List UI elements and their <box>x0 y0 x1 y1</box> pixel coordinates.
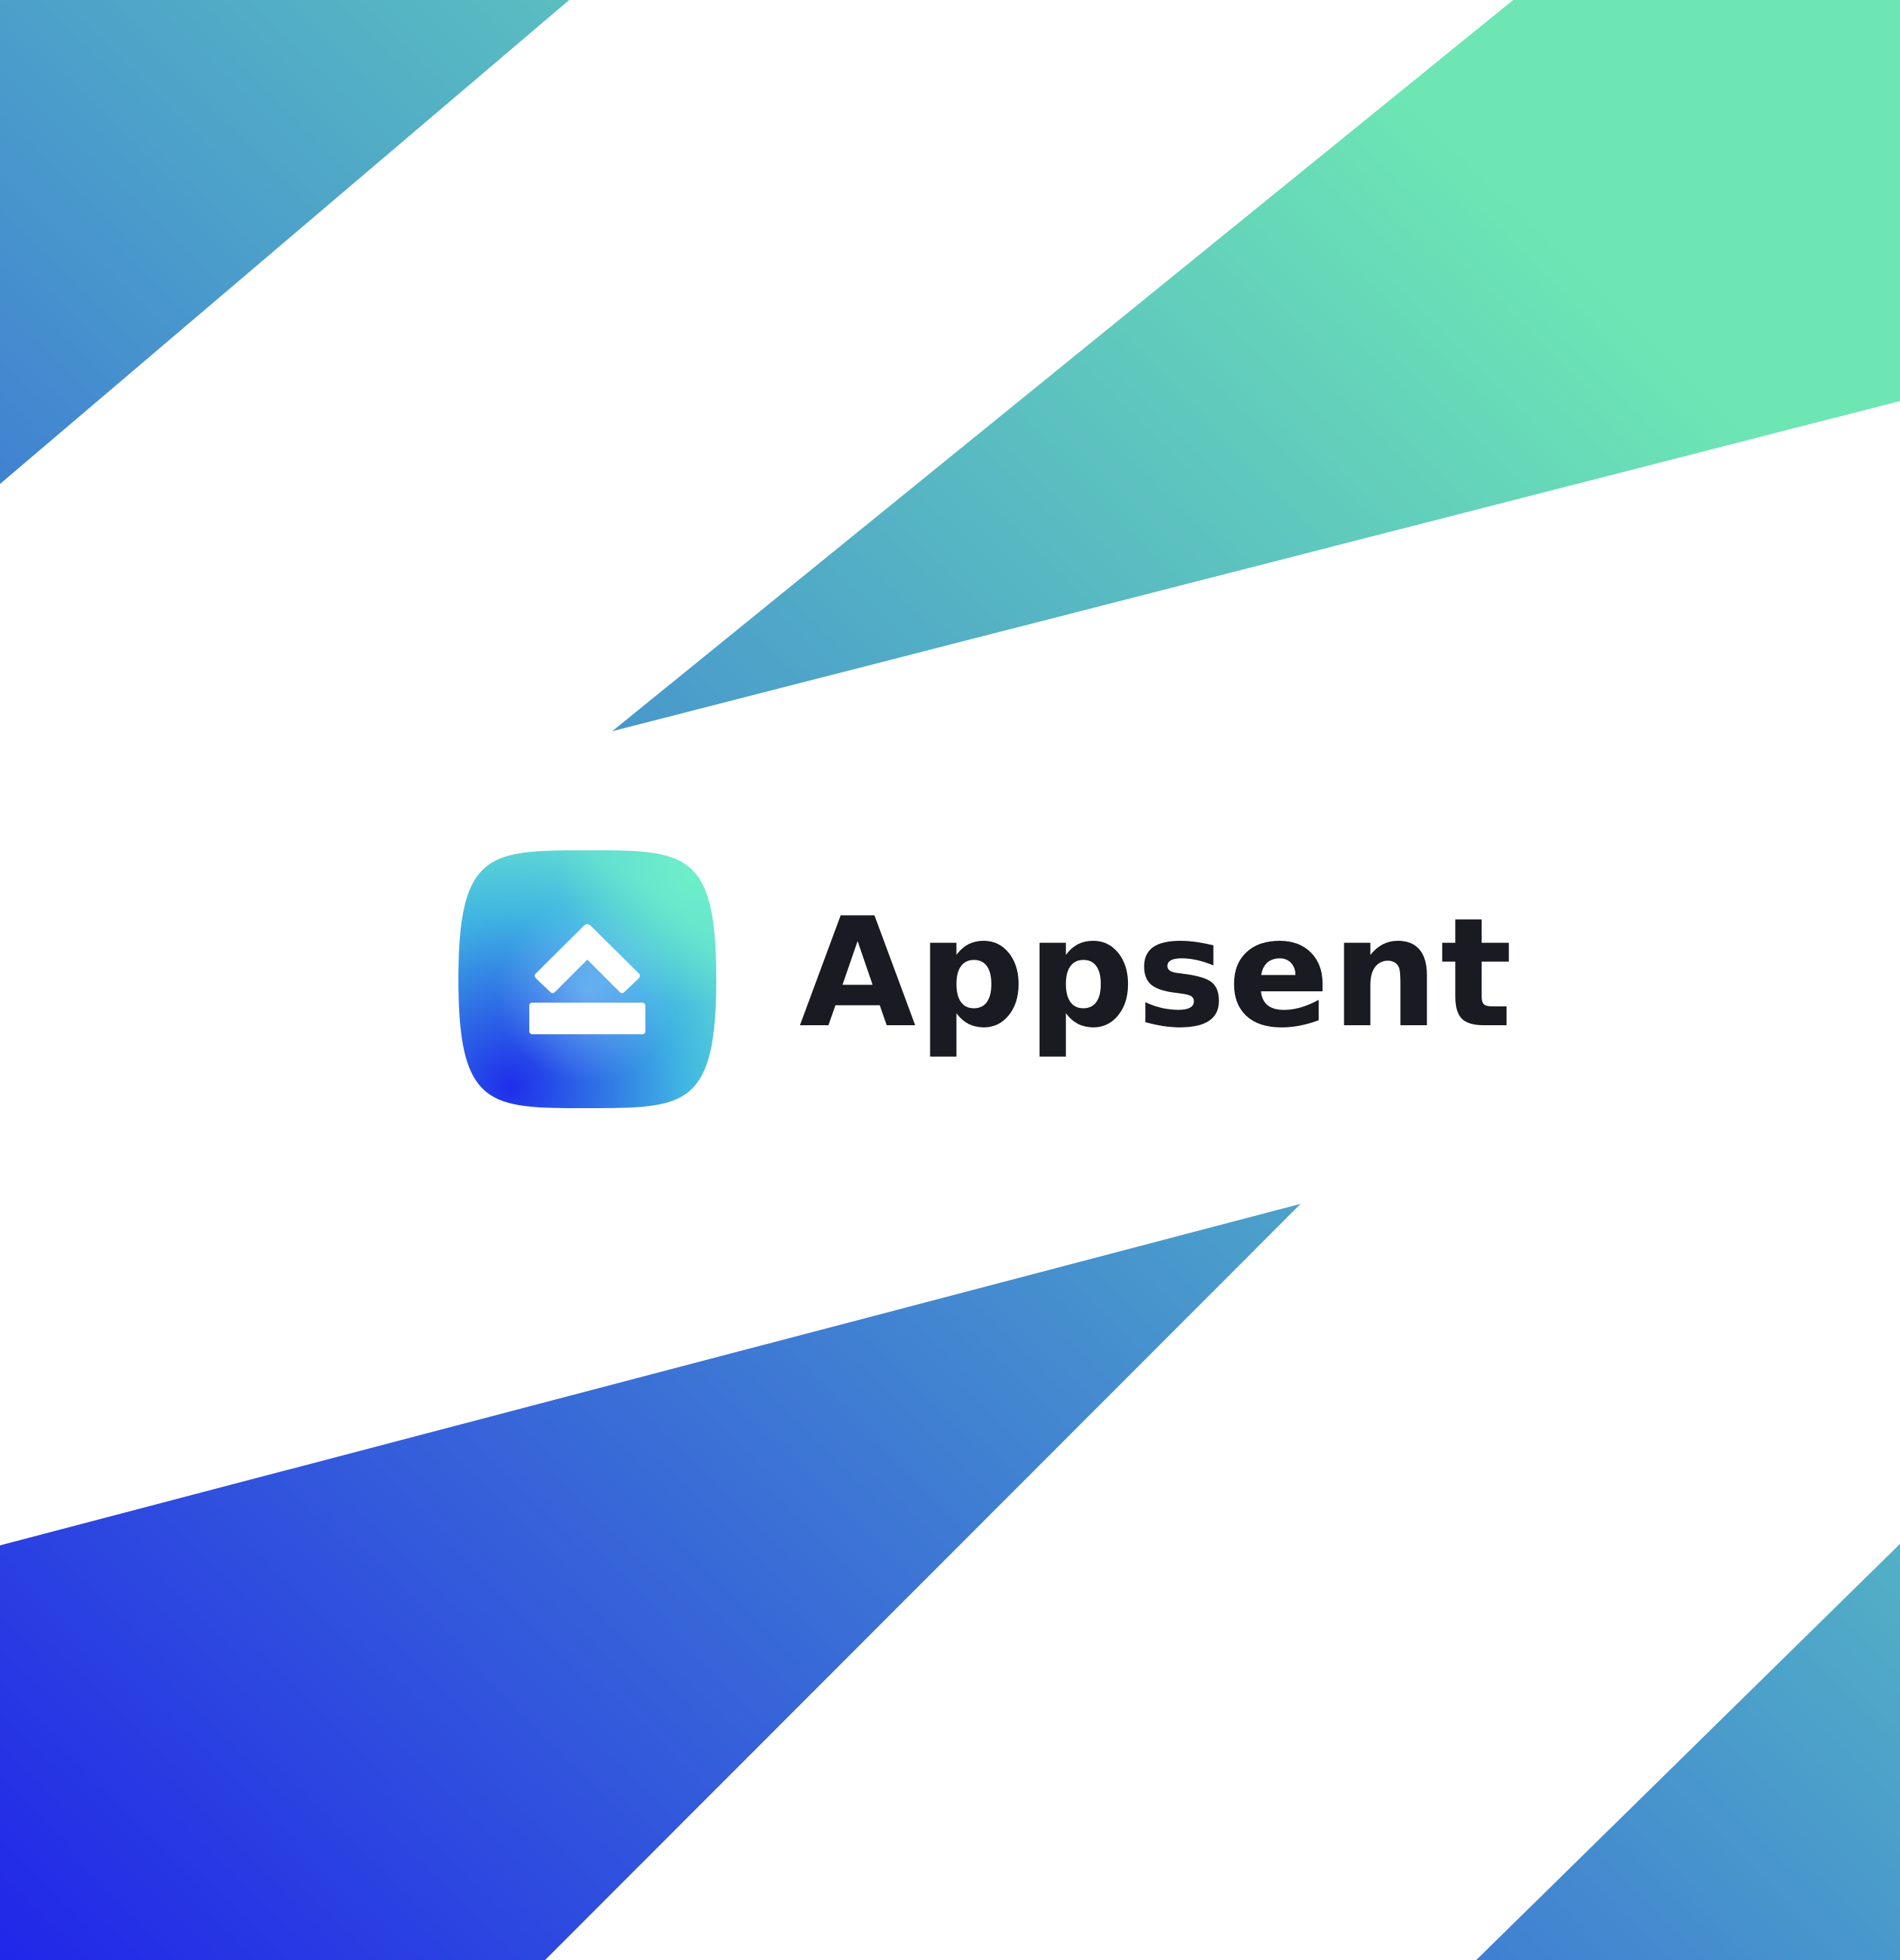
brand-lockup: Appsent <box>458 850 1514 1108</box>
bottom-left-shard <box>0 1204 1301 1960</box>
top-left-shard <box>0 0 569 484</box>
brand-wordmark: Appsent <box>799 886 1514 1061</box>
top-right-shard <box>612 0 1900 731</box>
eject-up-arrow-icon <box>458 850 716 1108</box>
bottom-right-shard <box>1476 1544 1900 1960</box>
logo-canvas: Appsent <box>0 0 1900 1960</box>
